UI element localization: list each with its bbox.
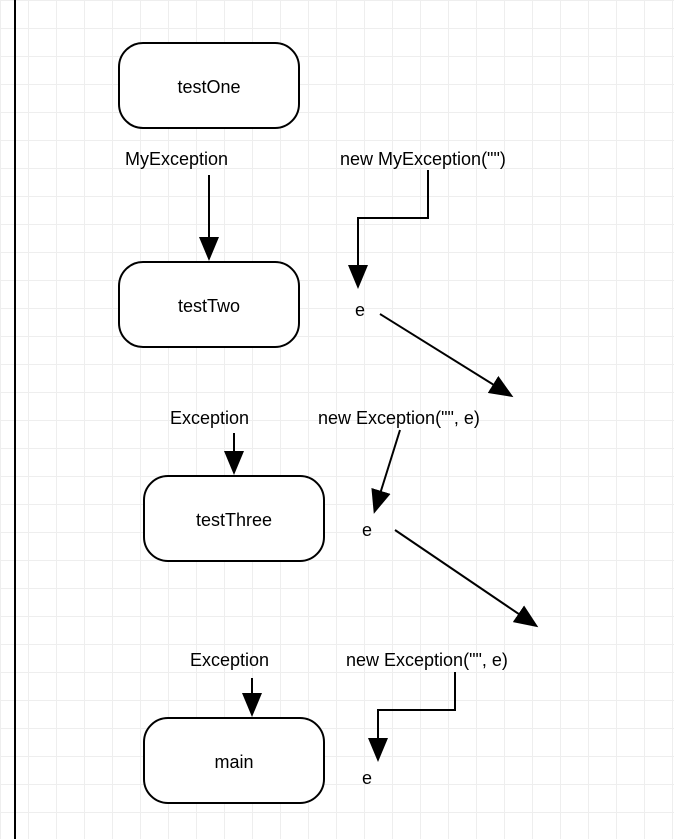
label-e-3: e	[362, 768, 372, 789]
label-e-2: e	[362, 520, 372, 541]
arrow-e-1	[380, 314, 510, 395]
diagram-canvas: testOne testTwo testThree main	[0, 0, 674, 839]
node-testTwo-label: testTwo	[178, 296, 240, 316]
node-testTwo: testTwo	[119, 262, 299, 347]
label-myexception: MyException	[125, 149, 228, 170]
arrow-newMyException-to-testTwo	[358, 170, 428, 285]
node-testThree: testThree	[144, 476, 324, 561]
node-testThree-label: testThree	[196, 510, 272, 530]
arrow-e-2	[395, 530, 535, 625]
label-e-1: e	[355, 300, 365, 321]
node-main: main	[144, 718, 324, 803]
arrow-newException-to-main	[378, 672, 455, 758]
arrow-newException-to-testThree	[375, 430, 400, 510]
label-new-exception-1: new Exception("", e)	[318, 408, 480, 429]
label-exception-2: Exception	[190, 650, 269, 671]
node-testOne-label: testOne	[177, 77, 240, 97]
label-new-exception-2: new Exception("", e)	[346, 650, 508, 671]
node-testOne: testOne	[119, 43, 299, 128]
label-exception-1: Exception	[170, 408, 249, 429]
node-main-label: main	[214, 752, 253, 772]
label-new-myexception: new MyException("")	[340, 149, 506, 170]
